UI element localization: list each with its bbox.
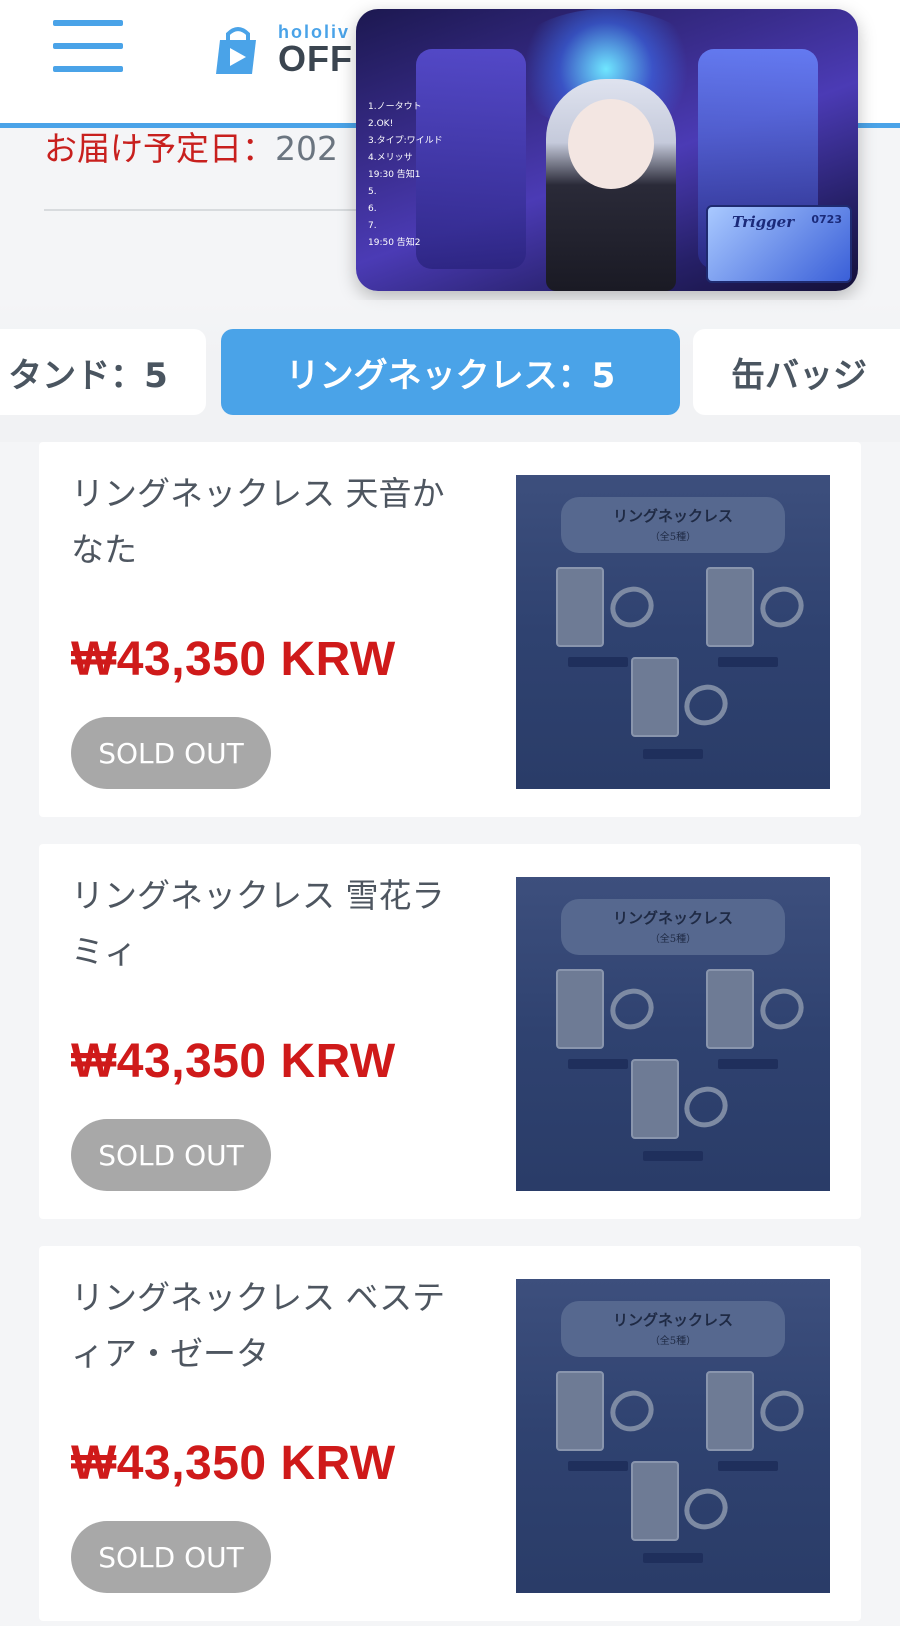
logo-bottom-text: OFF bbox=[278, 38, 353, 79]
product-price: ₩43,350 KRW bbox=[71, 1035, 396, 1088]
name-tag bbox=[718, 657, 778, 667]
setlist-item: 4.メリッサ bbox=[368, 153, 413, 163]
product-image[interactable]: リングネックレス （全5種） bbox=[516, 877, 830, 1191]
delivery-date: お届け予定日：202 bbox=[44, 122, 338, 170]
setlist-item: 5. bbox=[368, 187, 377, 197]
tab-can-badge[interactable]: 缶バッジ bbox=[693, 329, 900, 415]
product-name[interactable]: リングネックレス 天音かなた bbox=[71, 466, 471, 578]
site-logo[interactable]: hololiv OFF bbox=[212, 20, 353, 80]
setlist-item: 6. bbox=[368, 204, 377, 214]
image-title: リングネックレス bbox=[612, 1311, 733, 1329]
shopping-bag-icon bbox=[212, 24, 264, 76]
ring-box-icon bbox=[631, 1461, 679, 1541]
product-name[interactable]: リングネックレス 雪花ラミィ bbox=[71, 868, 471, 980]
tab-stand[interactable]: タンド：5 bbox=[0, 329, 206, 415]
setlist-item: 7. bbox=[368, 221, 377, 231]
image-title: リングネックレス bbox=[612, 507, 733, 525]
performer-face bbox=[568, 99, 654, 189]
image-label-plate: リングネックレス （全5種） bbox=[561, 899, 785, 955]
image-subtitle: （全5種） bbox=[649, 1336, 697, 1347]
setlist: 1.ノータウト 2.OK! 3.タイプ:ワイルド 4.メリッサ 19:30 告知… bbox=[368, 99, 448, 252]
ring-box-icon bbox=[556, 567, 604, 647]
image-title: リングネックレス bbox=[612, 909, 733, 927]
setlist-item: 19:50 告知2 bbox=[368, 238, 421, 248]
ring-box-icon bbox=[706, 1371, 754, 1451]
sold-out-button[interactable]: SOLD OUT bbox=[71, 1521, 271, 1593]
sold-out-button[interactable]: SOLD OUT bbox=[71, 1119, 271, 1191]
image-subtitle: （全5種） bbox=[649, 934, 697, 945]
promo-date: 0723 bbox=[811, 213, 842, 226]
name-tag bbox=[568, 1461, 628, 1471]
image-label-plate: リングネックレス （全5種） bbox=[561, 1301, 785, 1357]
delivery-label: お届け予定日： bbox=[44, 129, 275, 168]
sold-out-button[interactable]: SOLD OUT bbox=[71, 717, 271, 789]
product-name[interactable]: リングネックレス ベスティア・ゼータ bbox=[71, 1270, 471, 1382]
setlist-item: 3.タイプ:ワイルド bbox=[368, 136, 443, 146]
product-card[interactable]: リングネックレス 雪花ラミィ ₩43,350 KRW SOLD OUT リングネ… bbox=[39, 844, 861, 1219]
name-tag bbox=[718, 1461, 778, 1471]
product-image[interactable]: リングネックレス （全5種） bbox=[516, 1279, 830, 1593]
name-tag bbox=[643, 749, 703, 759]
ring-box-icon bbox=[556, 1371, 604, 1451]
name-tag bbox=[568, 1059, 628, 1069]
name-tag bbox=[643, 1553, 703, 1563]
product-card[interactable]: リングネックレス ベスティア・ゼータ ₩43,350 KRW SOLD OUT … bbox=[39, 1246, 861, 1621]
image-label-plate: リングネックレス （全5種） bbox=[561, 497, 785, 553]
ring-box-icon bbox=[631, 1059, 679, 1139]
ring-box-icon bbox=[706, 969, 754, 1049]
setlist-item: 1.ノータウト bbox=[368, 102, 422, 112]
product-price: ₩43,350 KRW bbox=[71, 1437, 396, 1490]
product-card[interactable]: リングネックレス 天音かなた ₩43,350 KRW SOLD OUT リングネ… bbox=[39, 442, 861, 817]
setlist-item: 2.OK! bbox=[368, 119, 394, 129]
floating-video-player[interactable]: 1.ノータウト 2.OK! 3.タイプ:ワイルド 4.メリッサ 19:30 告知… bbox=[356, 9, 858, 291]
image-subtitle: （全5種） bbox=[649, 532, 697, 543]
name-tag bbox=[568, 657, 628, 667]
ring-box-icon bbox=[631, 657, 679, 737]
ring-box-icon bbox=[706, 567, 754, 647]
promo-title: Trigger bbox=[732, 213, 795, 231]
menu-icon[interactable] bbox=[53, 20, 123, 72]
name-tag bbox=[643, 1151, 703, 1161]
divider bbox=[44, 209, 374, 211]
album-promo-banner: Trigger 0723 bbox=[706, 205, 852, 283]
ring-box-icon bbox=[556, 969, 604, 1049]
product-image[interactable]: リングネックレス （全5種） bbox=[516, 475, 830, 789]
setlist-item: 19:30 告知1 bbox=[368, 170, 421, 180]
tab-ring-necklace[interactable]: リングネックレス：5 bbox=[221, 329, 680, 415]
name-tag bbox=[718, 1059, 778, 1069]
delivery-value: 202 bbox=[275, 129, 338, 168]
product-price: ₩43,350 KRW bbox=[71, 633, 396, 686]
